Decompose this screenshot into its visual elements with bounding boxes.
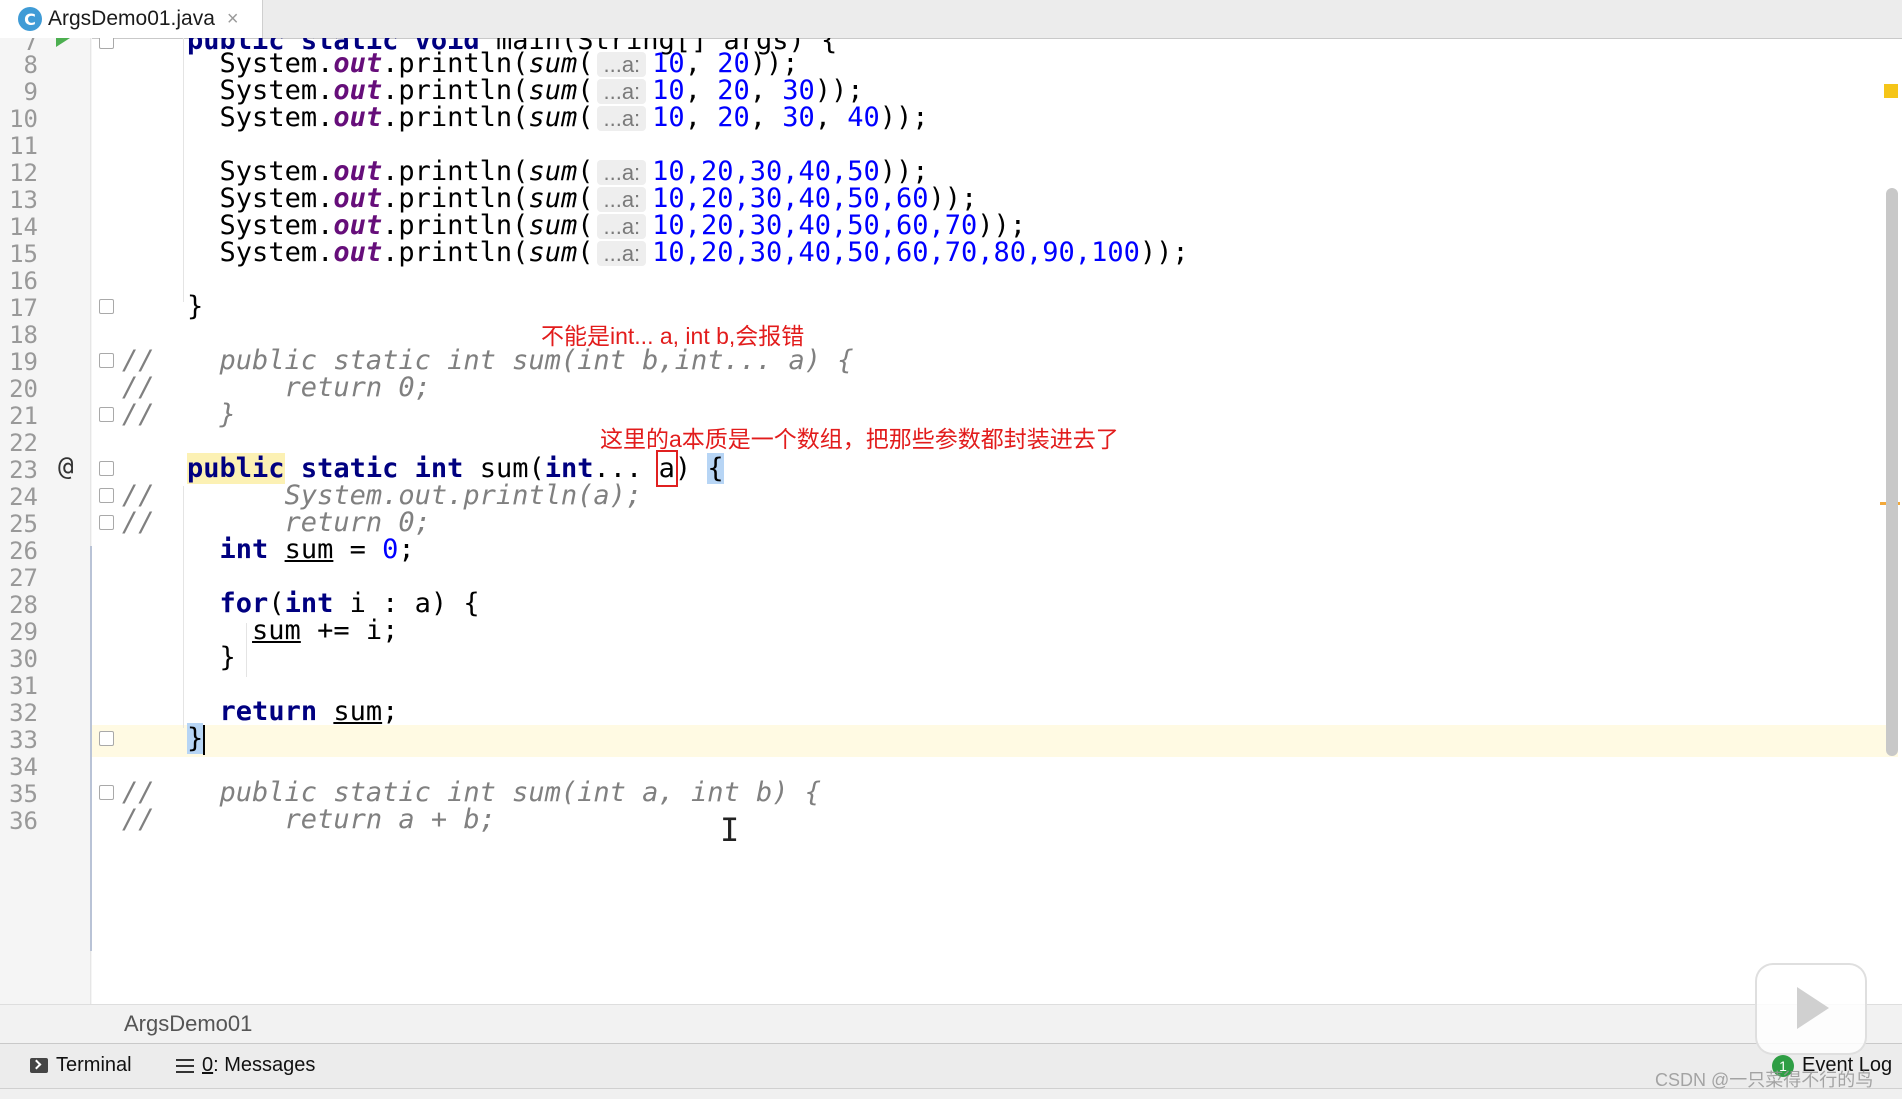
code-line-17: } <box>187 291 204 322</box>
fold-marker[interactable] <box>99 38 114 49</box>
line-number: 30 <box>9 645 38 673</box>
vertical-scrollbar[interactable] <box>1886 188 1898 756</box>
tab-label: ArgsDemo01.java <box>48 7 215 30</box>
messages-icon <box>176 1058 194 1073</box>
line-number: 15 <box>9 240 38 268</box>
line-number: 33 <box>9 726 38 754</box>
line-number: 17 <box>9 294 38 322</box>
fold-marker[interactable] <box>99 488 114 503</box>
line-number: 36 <box>9 807 38 835</box>
messages-tool-button[interactable]: 0: Messages <box>176 1054 315 1077</box>
current-line-highlight <box>92 725 1898 757</box>
status-bar <box>0 1088 1902 1099</box>
parameter-hint: ...a: <box>597 106 647 131</box>
fold-marker[interactable] <box>99 461 114 476</box>
fold-marker[interactable] <box>99 353 114 368</box>
fold-marker[interactable] <box>99 407 114 422</box>
line-number: 8 <box>23 51 38 79</box>
method-scope-line <box>90 546 92 951</box>
code-line-15: System.out.println(sum(...a: 10,20,30,40,… <box>219 237 1189 268</box>
code-line-33: } <box>187 723 206 755</box>
fold-marker[interactable] <box>99 785 114 800</box>
line-number: 35 <box>9 780 38 808</box>
annotation-note-2: 这里的a本质是一个数组，把那些参数都封装进去了 <box>600 426 1119 452</box>
breadcrumb-class[interactable]: ArgsDemo01 <box>124 1011 252 1037</box>
fold-marker[interactable] <box>99 515 114 530</box>
terminal-icon <box>30 1058 48 1073</box>
line-number: 14 <box>9 213 38 241</box>
line-number: 21 <box>9 402 38 430</box>
code-editor[interactable]: 7 8 9 10 11 12 13 14 15 16 17 18 19 20 21 22 23 24 25 26 27 2… <box>0 38 1902 1004</box>
code-line-30: } <box>219 642 236 673</box>
line-number: 23 <box>9 456 38 484</box>
line-number: 26 <box>9 537 38 565</box>
line-number: 22 <box>9 429 38 457</box>
error-stripe-indicator[interactable] <box>1884 84 1898 98</box>
line-number: 27 <box>9 564 38 592</box>
line-number: 25 <box>9 510 38 538</box>
tab-argsdemo01[interactable]: C ArgsDemo01.java × <box>0 0 263 38</box>
terminal-tool-button[interactable]: Terminal <box>30 1054 132 1077</box>
terminal-label: Terminal <box>56 1054 132 1076</box>
line-number: 12 <box>9 159 38 187</box>
code-line-26: int sum = 0; <box>219 534 415 565</box>
messages-number: 0 <box>202 1054 214 1076</box>
line-number: 13 <box>9 186 38 214</box>
watermark: CSDN @一只菜得不行的鸟 <box>1655 1070 1874 1090</box>
line-number: 28 <box>9 591 38 619</box>
breadcrumb: ArgsDemo01 <box>0 1004 1902 1043</box>
line-number: 29 <box>9 618 38 646</box>
parameter-hint: ...a: <box>597 241 647 266</box>
highlighted-param-a: a <box>655 450 678 487</box>
fold-marker[interactable] <box>99 731 114 746</box>
mouse-ibeam-cursor: I <box>720 811 740 849</box>
run-gutter-icon[interactable] <box>56 38 70 47</box>
fold-marker[interactable] <box>99 299 114 314</box>
code-line-21: // } <box>122 399 236 430</box>
line-number: 16 <box>9 267 38 295</box>
line-number: 31 <box>9 672 38 700</box>
line-number: 34 <box>9 753 38 781</box>
line-number: 32 <box>9 699 38 727</box>
java-class-icon: C <box>18 7 42 31</box>
line-number: 11 <box>9 132 38 160</box>
code-line-10: System.out.println(sum(...a: 10, 20, 30, … <box>219 102 929 133</box>
close-icon[interactable]: × <box>227 8 239 31</box>
tool-window-bar: Terminal 0: Messages 1 Event Log <box>0 1043 1902 1089</box>
code-line-36: // return a + b; <box>122 804 496 835</box>
line-number: 9 <box>23 78 38 106</box>
line-number: 18 <box>9 321 38 349</box>
messages-label: : Messages <box>213 1054 316 1076</box>
video-play-overlay-icon[interactable] <box>1755 963 1867 1055</box>
line-number: 20 <box>9 375 38 403</box>
line-number: 24 <box>9 483 38 511</box>
implements-gutter-icon[interactable]: @ <box>58 452 74 482</box>
line-number: 19 <box>9 348 38 376</box>
text-caret <box>203 724 206 755</box>
line-number: 10 <box>9 105 38 133</box>
editor-tab-bar: C ArgsDemo01.java × <box>0 0 1902 39</box>
